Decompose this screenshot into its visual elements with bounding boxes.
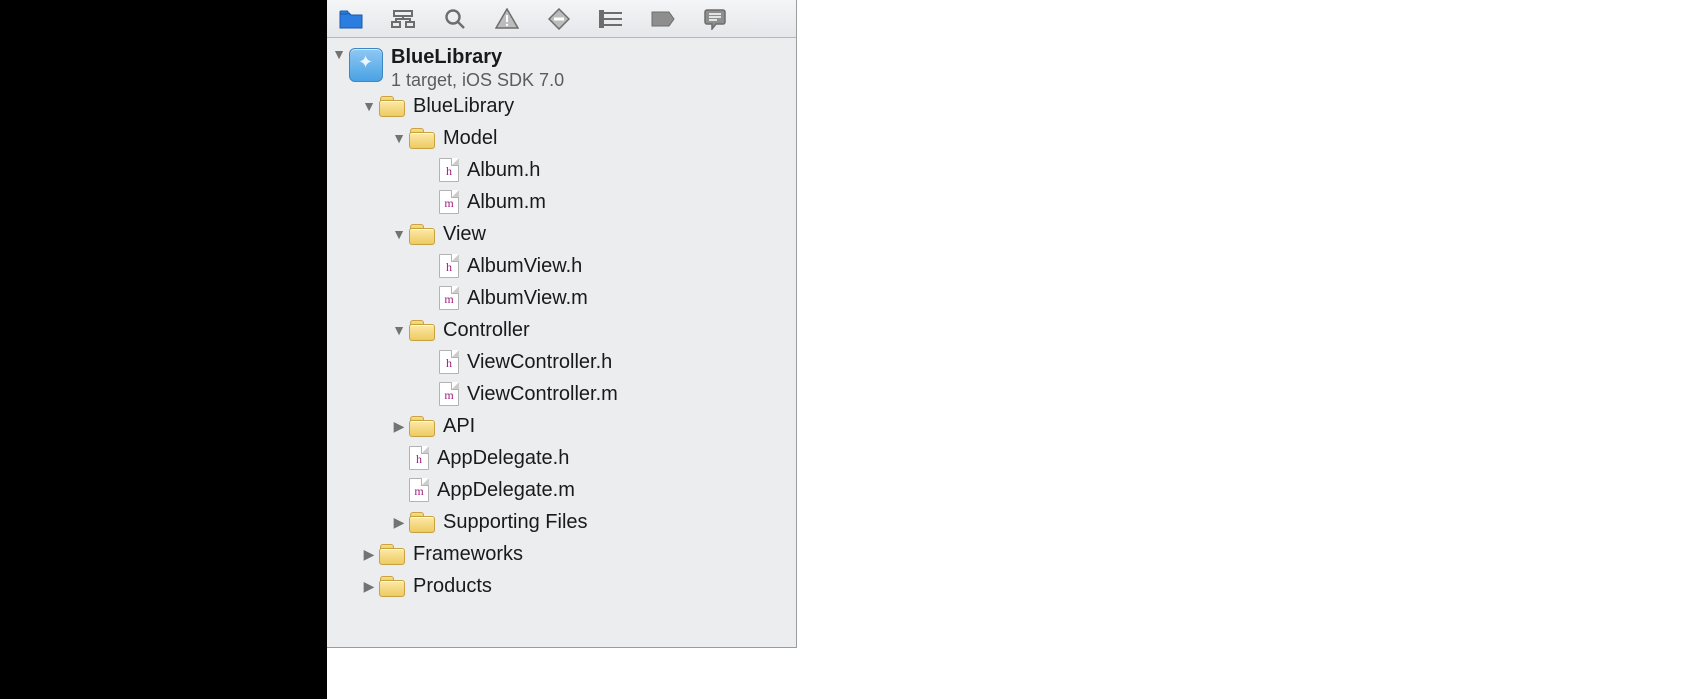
folder-icon: [409, 128, 435, 149]
implementation-file-icon: [409, 478, 429, 502]
search-navigator-tab-icon[interactable]: [441, 6, 469, 32]
tree-item-label: Album.m: [467, 191, 546, 214]
tree-folder[interactable]: API: [327, 410, 796, 442]
xcode-project-icon: [349, 48, 383, 82]
tree-file[interactable]: ViewController.m: [327, 378, 796, 410]
test-navigator-tab-icon[interactable]: [545, 6, 573, 32]
project-navigator-panel: BlueLibrary 1 target, iOS SDK 7.0 BlueLi…: [327, 0, 797, 648]
implementation-file-icon: [439, 286, 459, 310]
log-navigator-tab-icon[interactable]: [701, 6, 729, 32]
tree-item-label: ViewController.m: [467, 383, 618, 406]
tree-folder[interactable]: BlueLibrary: [327, 90, 796, 122]
disclosure-triangle-icon[interactable]: [391, 130, 407, 146]
project-subtitle: 1 target, iOS SDK 7.0: [391, 70, 564, 91]
disclosure-triangle-icon[interactable]: [361, 98, 377, 114]
breakpoint-navigator-tab-icon[interactable]: [649, 6, 677, 32]
tree-item-label: View: [443, 223, 486, 246]
tree-item-label: ViewController.h: [467, 351, 612, 374]
project-root[interactable]: BlueLibrary 1 target, iOS SDK 7.0: [327, 44, 796, 90]
tree-file[interactable]: Album.m: [327, 186, 796, 218]
header-file-icon: [439, 254, 459, 278]
implementation-file-icon: [439, 382, 459, 406]
navigator-toolbar: [327, 0, 796, 38]
sidebar-black-area: [0, 0, 327, 699]
tree-item-label: Album.h: [467, 159, 540, 182]
header-file-icon: [439, 158, 459, 182]
folder-icon: [409, 512, 435, 533]
disclosure-triangle-icon[interactable]: [331, 46, 347, 62]
folder-icon: [409, 224, 435, 245]
tree-item-label: Products: [413, 575, 492, 598]
debug-navigator-tab-icon[interactable]: [597, 6, 625, 32]
folder-icon: [409, 416, 435, 437]
tree-file[interactable]: AppDelegate.h: [327, 442, 796, 474]
disclosure-triangle-icon[interactable]: [361, 578, 377, 595]
tree-item-label: AlbumView.h: [467, 255, 582, 278]
folder-icon: [379, 544, 405, 565]
folder-icon: [379, 96, 405, 117]
tree-item-label: Supporting Files: [443, 511, 588, 534]
project-tree: BlueLibrary 1 target, iOS SDK 7.0 BlueLi…: [327, 38, 796, 602]
header-file-icon: [409, 446, 429, 470]
issue-navigator-tab-icon[interactable]: [493, 6, 521, 32]
disclosure-triangle-icon[interactable]: [391, 514, 407, 531]
tree-item-label: AppDelegate.m: [437, 479, 575, 502]
tree-item-label: AppDelegate.h: [437, 447, 569, 470]
tree-folder[interactable]: Products: [327, 570, 796, 602]
tree-file[interactable]: ViewController.h: [327, 346, 796, 378]
tree-item-label: API: [443, 415, 475, 438]
tree-item-label: BlueLibrary: [413, 95, 514, 118]
tree-item-label: Controller: [443, 319, 530, 342]
tree-item-label: AlbumView.m: [467, 287, 588, 310]
folder-icon: [379, 576, 405, 597]
tree-folder[interactable]: Model: [327, 122, 796, 154]
disclosure-triangle-icon[interactable]: [391, 322, 407, 338]
implementation-file-icon: [439, 190, 459, 214]
tree-item-label: Frameworks: [413, 543, 523, 566]
tree-file[interactable]: AlbumView.h: [327, 250, 796, 282]
tree-folder[interactable]: Frameworks: [327, 538, 796, 570]
project-navigator-tab-icon[interactable]: [337, 6, 365, 32]
folder-icon: [409, 320, 435, 341]
disclosure-triangle-icon[interactable]: [391, 418, 407, 435]
disclosure-triangle-icon[interactable]: [391, 226, 407, 242]
symbol-navigator-tab-icon[interactable]: [389, 6, 417, 32]
tree-folder[interactable]: View: [327, 218, 796, 250]
tree-item-label: Model: [443, 127, 497, 150]
project-name: BlueLibrary: [391, 46, 564, 69]
tree-folder[interactable]: Supporting Files: [327, 506, 796, 538]
tree-folder[interactable]: Controller: [327, 314, 796, 346]
tree-file[interactable]: AlbumView.m: [327, 282, 796, 314]
disclosure-triangle-icon[interactable]: [361, 546, 377, 563]
header-file-icon: [439, 350, 459, 374]
tree-file[interactable]: AppDelegate.m: [327, 474, 796, 506]
tree-file[interactable]: Album.h: [327, 154, 796, 186]
